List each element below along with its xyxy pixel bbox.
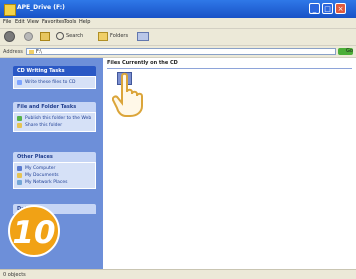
menu-file[interactable]: File: [3, 19, 11, 25]
status-bar: 0 objects: [0, 269, 356, 279]
close-button[interactable]: ×: [335, 3, 346, 14]
panel-title[interactable]: Other Places: [13, 152, 96, 162]
menu-help[interactable]: Help: [79, 19, 90, 25]
cd-write-icon: [17, 80, 22, 85]
step-number-badge: 10: [8, 205, 60, 257]
search-button-label[interactable]: Search: [66, 33, 83, 39]
address-label: Address: [3, 49, 23, 55]
task-share-folder[interactable]: Share this folder: [17, 122, 92, 129]
place-my-documents[interactable]: My Documents: [17, 172, 92, 179]
panel-body: My Computer My Documents My Network Plac…: [13, 162, 96, 189]
panel-cd-writing-tasks: CD Writing Tasks Write these files to CD: [13, 66, 96, 89]
task-label: Share this folder: [25, 123, 63, 128]
task-publish-folder[interactable]: Publish this folder to the Web: [17, 115, 92, 122]
go-label[interactable]: Go: [346, 48, 353, 54]
menu-bar: File Edit View Favorites Tools Help: [0, 18, 356, 29]
screenshot: APE_Drive (F:) _ □ × File Edit View Favo…: [0, 0, 356, 279]
pointing-hand-icon: [112, 72, 143, 117]
task-label: My Network Places: [25, 180, 68, 185]
task-write-files-to-cd[interactable]: Write these files to CD: [17, 79, 92, 86]
address-value[interactable]: F:\: [36, 49, 42, 55]
address-bar: Address F:\ Go: [0, 46, 356, 58]
search-icon[interactable]: [56, 32, 64, 40]
menu-view[interactable]: View: [27, 19, 39, 25]
panel-body: Publish this folder to the Web Share thi…: [13, 112, 96, 132]
status-text: 0 objects: [3, 272, 26, 278]
menu-favorites[interactable]: Favorites: [42, 19, 65, 25]
step-number: 10: [12, 215, 56, 251]
task-label: Write these files to CD: [25, 80, 76, 85]
place-my-network-places[interactable]: My Network Places: [17, 179, 92, 186]
documents-icon: [17, 173, 22, 178]
address-drive-icon: [29, 50, 34, 54]
window-title: APE_Drive (F:): [17, 4, 65, 11]
title-bar: APE_Drive (F:) _ □ ×: [0, 0, 356, 18]
minimize-button[interactable]: _: [309, 3, 320, 14]
task-label: My Documents: [25, 173, 59, 178]
up-folder-icon[interactable]: [40, 32, 50, 41]
panel-title[interactable]: File and Folder Tasks: [13, 102, 96, 112]
task-label: Publish this folder to the Web: [25, 116, 92, 121]
drive-icon: [4, 4, 16, 16]
publish-icon: [17, 116, 22, 121]
panel-file-folder-tasks: File and Folder Tasks Publish this folde…: [13, 102, 96, 132]
toolbar: Search Folders: [0, 29, 356, 46]
panel-title[interactable]: CD Writing Tasks: [13, 66, 96, 76]
maximize-button[interactable]: □: [322, 3, 333, 14]
folders-icon[interactable]: [98, 32, 108, 41]
files-on-cd-heading: Files Currently on the CD: [107, 60, 352, 69]
network-icon: [17, 180, 22, 185]
menu-tools[interactable]: Tools: [64, 19, 76, 25]
task-label: My Computer: [25, 166, 56, 171]
menu-edit[interactable]: Edit: [15, 19, 25, 25]
panel-body: Write these files to CD: [13, 76, 96, 89]
address-field[interactable]: F:\: [26, 48, 336, 55]
folders-button-label[interactable]: Folders: [110, 33, 128, 39]
forward-icon[interactable]: [24, 32, 33, 41]
computer-icon: [17, 166, 22, 171]
panel-other-places: Other Places My Computer My Documents My…: [13, 152, 96, 189]
share-icon: [17, 123, 22, 128]
views-icon[interactable]: [137, 32, 149, 41]
place-my-computer[interactable]: My Computer: [17, 165, 92, 172]
back-icon[interactable]: [4, 31, 15, 42]
